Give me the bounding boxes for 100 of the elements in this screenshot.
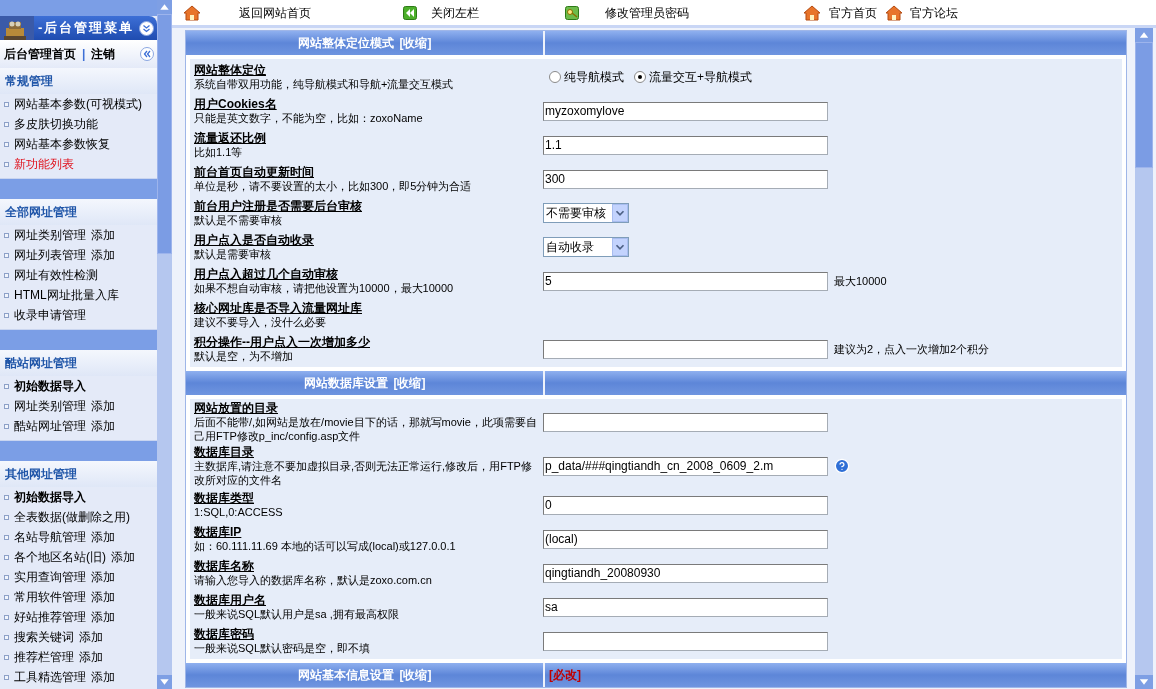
toolbar-link[interactable]: 返回网站首页 <box>183 3 403 22</box>
group-title: 常规管理 <box>5 73 53 90</box>
scroll-up-icon[interactable] <box>157 0 172 14</box>
menu-item[interactable]: 初始数据导入 <box>14 377 86 395</box>
menu-item[interactable]: 网址类别管理 <box>14 226 86 244</box>
menu-item[interactable]: 网站基本参数(可视模式) <box>14 95 142 113</box>
menu-item[interactable]: 网址类别管理 <box>14 397 86 415</box>
menu-item[interactable]: 工具精选管理 <box>14 668 86 686</box>
dropdown[interactable]: 不需要审核 <box>543 203 629 223</box>
text-field[interactable]: sa <box>543 597 828 617</box>
menu-item[interactable]: 推荐栏管理 <box>14 648 74 666</box>
toolbar-link[interactable]: 修改管理员密码 <box>565 3 803 22</box>
section-title: 网站整体定位模式 <box>297 35 394 52</box>
menu-item[interactable]: 网址列表管理 <box>14 246 86 264</box>
setting-label: 用户Cookies名 <box>194 97 278 111</box>
add-link[interactable]: 添加 <box>91 568 115 586</box>
bullet-icon <box>4 101 9 107</box>
add-link[interactable]: 添加 <box>91 246 115 264</box>
bullet-icon <box>4 161 9 167</box>
setting-description: 默认是不需要审核 <box>194 213 283 227</box>
scroll-thumb[interactable] <box>1135 42 1153 168</box>
chevron-down-icon[interactable] <box>612 204 628 222</box>
setting-label: 数据库IP <box>194 525 243 539</box>
setting-label: 数据库用户名 <box>194 593 267 607</box>
menu-item[interactable]: 各个地区名站(旧) <box>14 548 106 566</box>
menu-item[interactable]: HTML网址批量入库 <box>14 286 119 304</box>
menu-item[interactable]: 初始数据导入 <box>14 488 86 506</box>
menu-item[interactable]: 网址有效性检测 <box>14 266 98 284</box>
setting-label: 网站放置的目录 <box>194 401 279 415</box>
bullet-icon <box>4 494 9 500</box>
add-link[interactable]: 添加 <box>91 608 115 626</box>
text-field[interactable]: myzoxomylove <box>543 101 828 121</box>
house-icon <box>885 4 903 21</box>
scrollbar[interactable] <box>1135 28 1153 689</box>
menu-item[interactable]: 收录申请管理 <box>14 306 86 324</box>
chevron-down-icon[interactable] <box>139 20 154 36</box>
bullet-icon <box>4 312 9 318</box>
bullet-icon <box>4 534 9 540</box>
dropdown[interactable]: 自动收录 <box>543 237 629 257</box>
radio-button[interactable] <box>549 71 561 83</box>
setting-description: 一般来说SQL默认密码是空，即不填 <box>194 641 371 655</box>
setting-description: 比如1.1等 <box>194 145 244 159</box>
logout-link[interactable]: 注销 <box>91 45 116 63</box>
setting-description: 如果不想自动审核，请把他设置为10000，最大10000 <box>194 281 455 295</box>
scroll-thumb[interactable] <box>157 14 172 254</box>
admin-home-link[interactable]: 后台管理首页 <box>4 45 76 63</box>
add-link[interactable]: 添加 <box>111 548 135 566</box>
text-field[interactable] <box>543 412 828 432</box>
add-link[interactable]: 添加 <box>91 417 115 435</box>
add-link[interactable]: 添加 <box>79 628 103 646</box>
toolbar-link[interactable]: 官方论坛 <box>885 3 1005 22</box>
chevron-down-icon[interactable] <box>612 238 628 256</box>
text-field[interactable]: 0 <box>543 495 828 515</box>
setting-description: 主数据库,请注意不要加虚拟目录,否则无法正常运行,修改后，用FTP修改所对应的文件名 <box>194 459 533 487</box>
scroll-down-icon[interactable] <box>157 675 172 689</box>
group-title: 全部网址管理 <box>5 204 77 221</box>
menu-item[interactable]: 搜索关键词 <box>14 628 74 646</box>
key-icon <box>565 5 579 20</box>
setting-description: 单位是秒，请不要设置的太小，比如300，即5分钟为合适 <box>194 179 473 193</box>
scrollbar[interactable] <box>157 0 172 689</box>
text-field[interactable] <box>543 339 828 359</box>
bullet-icon <box>4 423 9 429</box>
text-field[interactable] <box>543 631 828 651</box>
text-field[interactable]: 1.1 <box>543 135 828 155</box>
bullet-icon <box>4 252 9 258</box>
menu-item[interactable]: 新功能列表 <box>14 155 74 173</box>
bullet-icon <box>4 594 9 600</box>
add-link[interactable]: 添加 <box>91 668 115 686</box>
bullet-icon <box>4 654 9 660</box>
collapse-icon[interactable] <box>140 47 154 61</box>
menu-item[interactable]: 好站推荐管理 <box>14 608 86 626</box>
add-link[interactable]: 添加 <box>79 648 103 666</box>
bullet-icon <box>4 292 9 298</box>
section-title: 网站基本信息设置 <box>297 667 394 684</box>
setting-label: 核心网址库是否导入流量网址库 <box>194 301 363 315</box>
text-field[interactable]: (local) <box>543 529 828 549</box>
menu-item[interactable]: 名站导航管理 <box>14 528 86 546</box>
add-link[interactable]: 添加 <box>91 588 115 606</box>
text-field[interactable]: 5 <box>543 271 828 291</box>
menu-item[interactable]: 常用软件管理 <box>14 588 86 606</box>
add-link[interactable]: 添加 <box>91 528 115 546</box>
text-field[interactable]: p_data/###qingtiandh_cn_2008_0609_2.m <box>543 456 828 476</box>
menu-item[interactable]: 实用查询管理 <box>14 568 86 586</box>
add-link[interactable]: 添加 <box>91 397 115 415</box>
text-field[interactable]: qingtiandh_20080930 <box>543 563 828 583</box>
radio-button[interactable] <box>634 71 646 83</box>
scroll-up-icon[interactable] <box>1135 28 1153 42</box>
scroll-down-icon[interactable] <box>1135 675 1153 689</box>
bullet-icon <box>4 514 9 520</box>
section-title: 网站数据库设置 <box>303 375 388 392</box>
menu-item[interactable]: 网站基本参数恢复 <box>14 135 110 153</box>
menu-item[interactable]: 全表数据(做删除之用) <box>14 508 130 526</box>
text-field[interactable]: 300 <box>543 169 828 189</box>
help-icon[interactable] <box>834 458 850 474</box>
toolbar-link[interactable]: 官方首页 <box>803 3 885 22</box>
add-link[interactable]: 添加 <box>91 226 115 244</box>
toolbar-link[interactable]: 关闭左栏 <box>403 3 565 22</box>
menu-item[interactable]: 酷站网址管理 <box>14 417 86 435</box>
setting-label: 流量返还比例 <box>194 131 267 145</box>
menu-item[interactable]: 多皮肤切换功能 <box>14 115 98 133</box>
